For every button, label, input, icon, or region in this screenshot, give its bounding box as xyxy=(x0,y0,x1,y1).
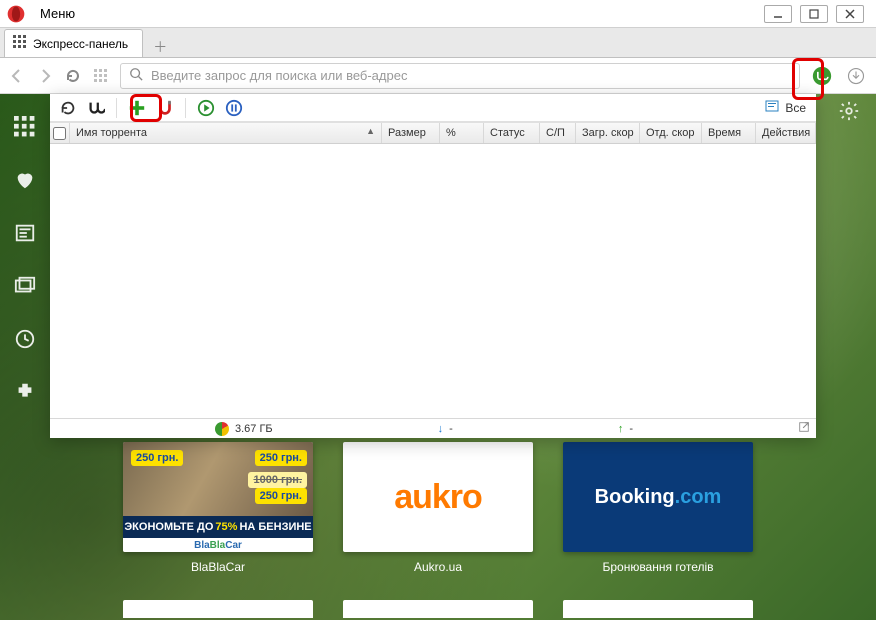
start-button[interactable] xyxy=(194,96,218,120)
close-button[interactable] xyxy=(836,5,864,23)
downloads-icon[interactable] xyxy=(844,64,868,88)
add-torrent-button[interactable] xyxy=(125,96,149,120)
utorrent-panel: Все Имя торрента▲ Размер % Статус С/П За… xyxy=(50,94,816,438)
upload-speed-label: - xyxy=(629,423,633,435)
sidebar-speed-dial-icon[interactable] xyxy=(14,116,36,141)
speed-dial-grid-icon xyxy=(13,35,27,52)
tile-booking[interactable]: Booking.com Бронювання готелів xyxy=(563,442,753,574)
select-all-checkbox[interactable] xyxy=(53,127,66,140)
download-speed-label: - xyxy=(449,423,453,435)
column-size[interactable]: Размер xyxy=(382,123,440,143)
sidebar-tabs-icon[interactable] xyxy=(14,275,36,300)
minimize-button[interactable] xyxy=(764,5,792,23)
pause-button[interactable] xyxy=(222,96,246,120)
speed-dial-nav-icon[interactable] xyxy=(92,67,110,85)
tile-blablacar[interactable]: 250 грн. 250 грн. 1000 грн. 250 грн. ЭКО… xyxy=(123,442,313,574)
speed-dial-tiles-row2 xyxy=(0,600,876,618)
new-tab-button[interactable]: ＋ xyxy=(149,37,171,57)
address-bar xyxy=(0,58,876,94)
sidebar-history-icon[interactable] xyxy=(14,328,36,353)
refresh-button[interactable] xyxy=(56,96,80,120)
download-arrow-icon: ↓ xyxy=(438,423,444,435)
reload-button[interactable] xyxy=(64,67,82,85)
sidebar-bookmarks-icon[interactable] xyxy=(14,169,36,194)
upload-arrow-icon: ↑ xyxy=(618,423,624,435)
tab-label: Экспресс-панель xyxy=(33,37,128,51)
sort-arrow-icon: ▲ xyxy=(366,126,375,136)
utorrent-column-headers: Имя торрента▲ Размер % Статус С/П Загр. … xyxy=(50,122,816,144)
filter-label: Все xyxy=(785,101,806,115)
opera-logo-icon xyxy=(6,4,26,24)
forward-button[interactable] xyxy=(36,67,54,85)
speed-dial-sidebar xyxy=(0,94,50,620)
column-status[interactable]: Статус xyxy=(484,123,540,143)
tabstrip: Экспресс-панель ＋ xyxy=(0,28,876,58)
tile-partial[interactable] xyxy=(563,600,753,618)
utorrent-logo-icon[interactable] xyxy=(84,96,108,120)
tile-label: Бронювання готелів xyxy=(602,560,713,574)
filter-dropdown[interactable]: Все xyxy=(761,99,810,116)
utorrent-status-bar: 3.67 ГБ ↓ - ↑ - xyxy=(50,418,816,438)
titlebar: Меню xyxy=(0,0,876,28)
filter-icon xyxy=(765,99,779,116)
address-input[interactable] xyxy=(151,68,791,83)
add-magnet-button[interactable] xyxy=(153,96,177,120)
column-upload-speed[interactable]: Отд. скор xyxy=(640,123,702,143)
column-time[interactable]: Время xyxy=(702,123,756,143)
settings-gear-icon[interactable] xyxy=(838,100,860,125)
tile-label: BlaBlaCar xyxy=(191,560,245,574)
tile-thumbnail: 250 грн. 250 грн. 1000 грн. 250 грн. ЭКО… xyxy=(123,442,313,552)
sidebar-extensions-icon[interactable] xyxy=(14,381,36,406)
column-download-speed[interactable]: Загр. скор xyxy=(576,123,640,143)
disk-free-label: 3.67 ГБ xyxy=(235,423,273,435)
maximize-button[interactable] xyxy=(800,5,828,23)
tile-thumbnail: aukro xyxy=(343,442,533,552)
disk-pie-icon xyxy=(215,422,229,436)
utorrent-torrent-list xyxy=(50,144,816,418)
column-actions[interactable]: Действия xyxy=(756,123,816,143)
popout-icon[interactable] xyxy=(798,421,810,436)
tile-label: Aukro.ua xyxy=(414,560,462,574)
address-field[interactable] xyxy=(120,63,800,89)
speed-dial-tiles: 250 грн. 250 грн. 1000 грн. 250 грн. ЭКО… xyxy=(0,442,876,574)
column-name[interactable]: Имя торрента▲ xyxy=(70,123,382,143)
tile-thumbnail: Booking.com xyxy=(563,442,753,552)
column-checkbox[interactable] xyxy=(50,123,70,143)
utorrent-extension-icon[interactable] xyxy=(810,64,834,88)
column-percent[interactable]: % xyxy=(440,123,484,143)
tab-speed-dial[interactable]: Экспресс-панель xyxy=(4,29,143,57)
back-button[interactable] xyxy=(8,67,26,85)
search-icon xyxy=(129,67,143,84)
sidebar-news-icon[interactable] xyxy=(14,222,36,247)
utorrent-toolbar: Все xyxy=(50,94,816,122)
menu-button[interactable]: Меню xyxy=(32,4,83,23)
tile-partial[interactable] xyxy=(123,600,313,618)
column-seed-peers[interactable]: С/П xyxy=(540,123,576,143)
tile-partial[interactable] xyxy=(343,600,533,618)
tile-aukro[interactable]: aukro Aukro.ua xyxy=(343,442,533,574)
